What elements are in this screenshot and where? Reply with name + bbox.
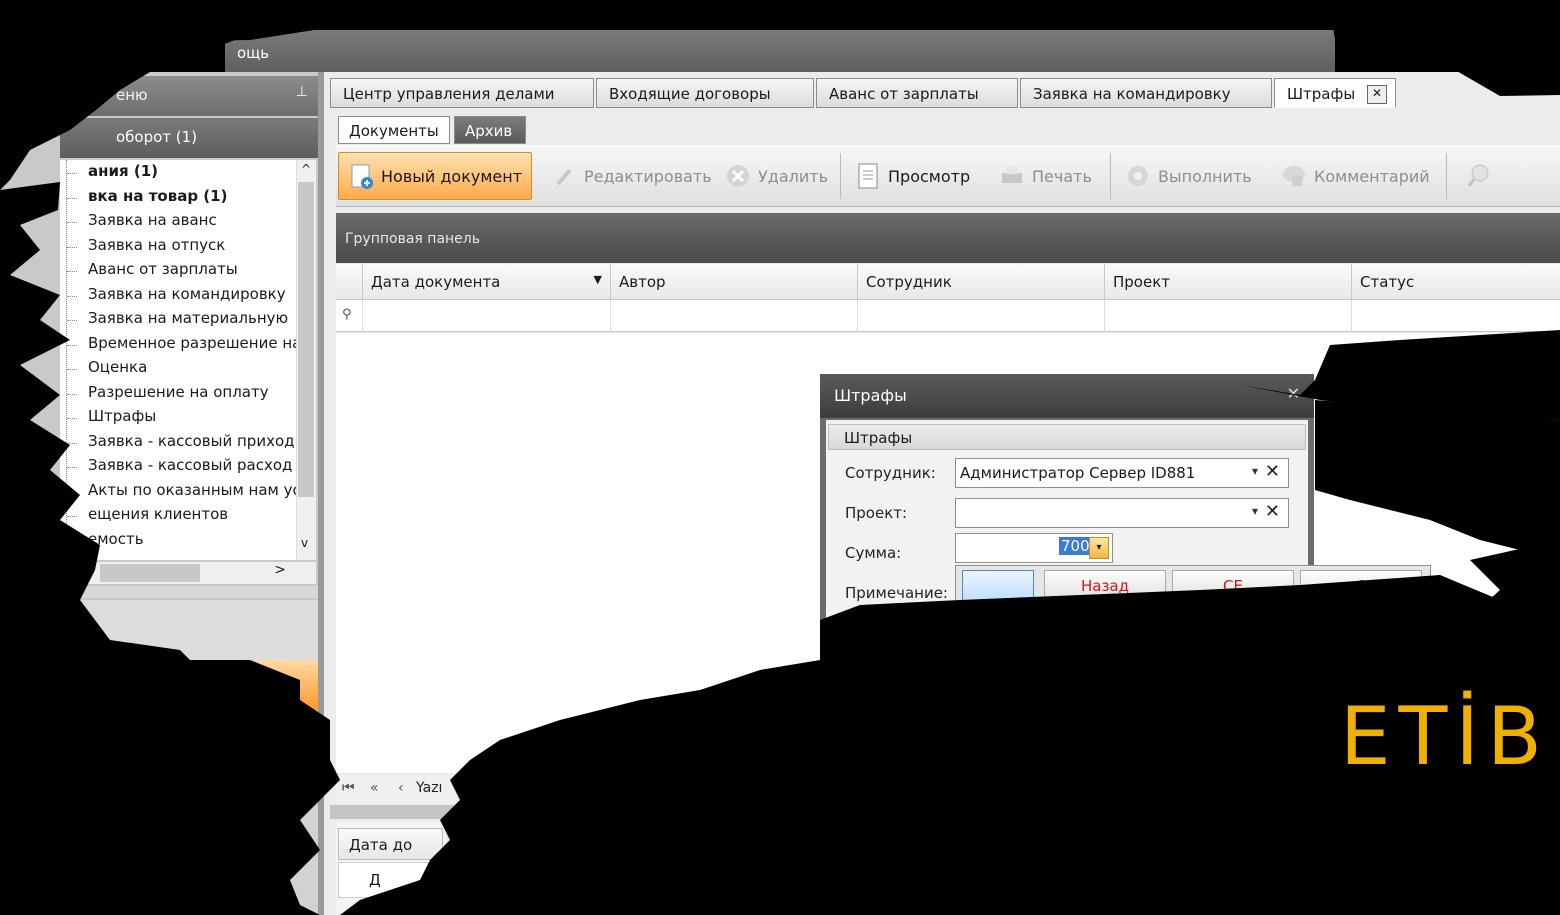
torn-edge-mask (0, 0, 1560, 915)
brand-logo-text: ETİB (1340, 690, 1550, 783)
